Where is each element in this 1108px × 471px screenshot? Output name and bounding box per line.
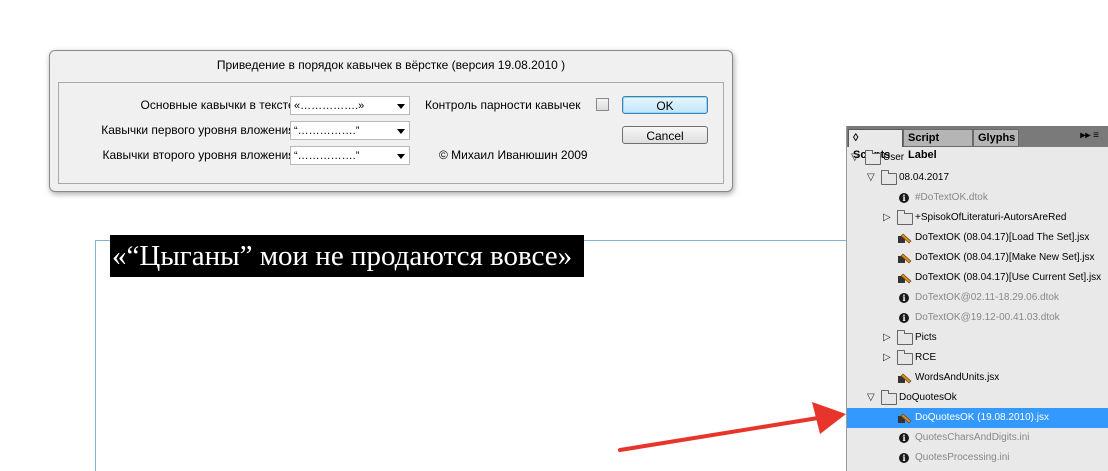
tree-item-label: WordsAndUnits.jsx: [915, 372, 1000, 383]
tree-script-row[interactable]: i QuotesProcessing.ini: [847, 448, 1108, 468]
copyright-text: © Михаил Иванюшин 2009: [439, 148, 588, 162]
second-level-quotes-label: Кавычки второго уровня вложения:: [102, 148, 298, 162]
dialog-options-panel: Основные кавычки в тексте: «…………….» Кавы…: [58, 82, 724, 184]
quotes-dialog: Приведение в порядок кавычек в вёрстке (…: [49, 50, 733, 192]
tab-script-label[interactable]: Script Label: [903, 129, 973, 161]
folder-icon: [897, 350, 913, 365]
ok-button[interactable]: OK: [622, 96, 708, 114]
tree-folder-row[interactable]: ▷ Picts: [847, 328, 1108, 348]
cancel-button[interactable]: Cancel: [622, 126, 708, 144]
disclosure-collapsed-icon[interactable]: ▷: [883, 348, 891, 368]
info-file-icon: i: [899, 433, 909, 443]
tab-glyphs[interactable]: Glyphs: [973, 129, 1019, 147]
tree-item-label: DoTextOK@19.12-00.41.03.dtok: [915, 312, 1060, 323]
chevron-down-icon: [397, 104, 405, 109]
document-sample-text[interactable]: «“Цыганы” мои не продаются вовсе»: [110, 235, 585, 277]
disclosure-expanded-icon[interactable]: ▽: [867, 168, 875, 188]
main-quotes-label: Основные кавычки в тексте:: [140, 98, 299, 112]
script-file-icon: [898, 233, 912, 244]
tree-script-row[interactable]: i DoTextOK@02.11-18.29.06.dtok: [847, 288, 1108, 308]
tree-item-label: 08.04.2017: [899, 172, 950, 183]
tree-item-label: DoTextOK (08.04.17)[Make New Set].jsx: [915, 252, 1095, 263]
second-level-quotes-select[interactable]: “…………….”: [290, 146, 410, 165]
first-level-quotes-value: “…………….”: [294, 125, 360, 137]
info-file-icon: i: [899, 193, 909, 203]
tree-script-row[interactable]: i #DoTextOK.dtok: [847, 188, 1108, 208]
tree-script-row[interactable]: DoQuotesOK (19.08.2010).jsx: [847, 408, 1108, 428]
tab-scripts[interactable]: ◊ Scripts: [848, 129, 903, 161]
panel-menu-icon[interactable]: ▸▸ ≡: [1080, 130, 1099, 141]
tree-item-label: Picts: [915, 332, 937, 343]
tree-folder-row[interactable]: ▽ 08.04.2017: [847, 168, 1108, 188]
panel-tab-bar: ◊ Scripts Script Label Glyphs ▸▸ ≡: [847, 126, 1108, 161]
tree-script-row[interactable]: i QuotesCharsAndDigits.ini: [847, 428, 1108, 448]
script-file-icon: [898, 273, 912, 284]
tree-item-label: QuotesCharsAndDigits.ini: [915, 432, 1030, 443]
tree-folder-row[interactable]: ▽ DoQuotesOk: [847, 388, 1108, 408]
first-level-quotes-label: Кавычки первого уровня вложения:: [101, 123, 298, 137]
first-level-quotes-select[interactable]: “…………….”: [290, 121, 410, 140]
scripts-panel: ◊ Scripts Script Label Glyphs ▸▸ ≡ ▽ User…: [846, 126, 1108, 471]
tree-script-row[interactable]: DoTextOK (08.04.17)[Make New Set].jsx: [847, 248, 1108, 268]
folder-icon: [865, 150, 881, 165]
tree-item-label: DoTextOK@02.11-18.29.06.dtok: [915, 292, 1059, 303]
tree-item-label: DoTextOK (08.04.17)[Load The Set].jsx: [915, 232, 1090, 243]
tree-folder-row[interactable]: ▷ +SpisokOfLiteraturi-AutorsAreRed: [847, 208, 1108, 228]
info-file-icon: i: [899, 293, 909, 303]
tree-folder-row[interactable]: ▷ RCE: [847, 348, 1108, 368]
info-file-icon: i: [899, 313, 909, 323]
tree-item-label: DoQuotesOk: [899, 392, 957, 403]
tree-script-row[interactable]: i DoTextOK@19.12-00.41.03.dtok: [847, 308, 1108, 328]
folder-icon: [897, 210, 913, 225]
script-file-icon: [898, 373, 912, 384]
tree-item-label: QuotesProcessing.ini: [915, 452, 1010, 463]
info-file-icon: i: [899, 453, 909, 463]
folder-icon: [897, 330, 913, 345]
dialog-title: Приведение в порядок кавычек в вёрстке (…: [216, 58, 566, 72]
chevron-down-icon: [397, 129, 405, 134]
tree-item-label: +SpisokOfLiteraturi-AutorsAreRed: [915, 212, 1067, 223]
tree-item-label: DoQuotesOK (19.08.2010).jsx: [915, 412, 1049, 423]
tree-item-label: DoTextOK (08.04.17)[Use Current Set].jsx: [915, 272, 1102, 283]
script-file-icon: [898, 253, 912, 264]
chevron-down-icon: [397, 154, 405, 159]
disclosure-collapsed-icon[interactable]: ▷: [883, 328, 891, 348]
script-file-icon: [898, 413, 912, 424]
tree-script-row[interactable]: DoTextOK (08.04.17)[Use Current Set].jsx: [847, 268, 1108, 288]
tree-item-label: #DoTextOK.dtok: [915, 192, 988, 203]
disclosure-expanded-icon[interactable]: ▽: [867, 388, 875, 408]
folder-icon: [881, 170, 897, 185]
main-quotes-select[interactable]: «…………….»: [290, 96, 410, 115]
disclosure-expanded-icon[interactable]: ▽: [851, 148, 859, 168]
folder-icon: [881, 390, 897, 405]
text-frame-left-edge: [95, 240, 96, 471]
pairing-check-checkbox[interactable]: [596, 98, 609, 111]
disclosure-collapsed-icon[interactable]: ▷: [883, 208, 891, 228]
tree-item-label: RCE: [915, 352, 937, 363]
annotation-arrow: [618, 402, 846, 452]
pairing-check-label: Контроль парности кавычек: [425, 98, 581, 112]
main-quotes-value: «…………….»: [294, 100, 365, 112]
second-level-quotes-value: “…………….”: [294, 150, 360, 162]
tree-item-label: User: [883, 152, 905, 163]
tree-script-row[interactable]: WordsAndUnits.jsx: [847, 368, 1108, 388]
tree-folder-row[interactable]: ▽ User: [847, 148, 1108, 168]
tree-script-row[interactable]: DoTextOK (08.04.17)[Load The Set].jsx: [847, 228, 1108, 248]
